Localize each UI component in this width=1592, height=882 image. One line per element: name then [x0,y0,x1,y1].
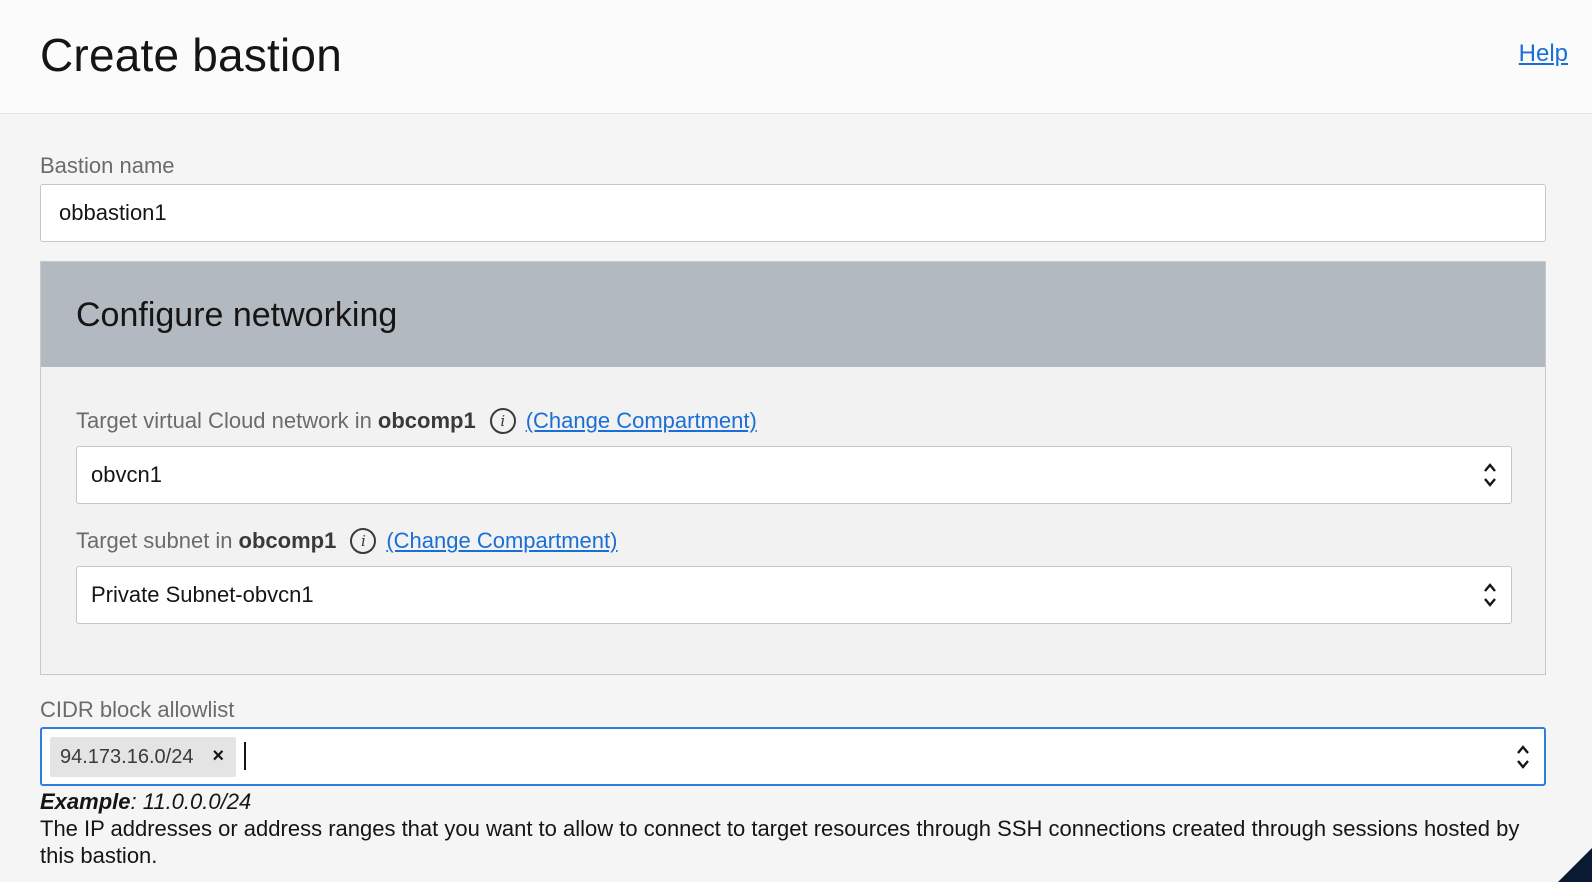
subnet-label: Target subnet in obcomp1 i (Change Compa… [76,528,617,554]
cidr-label: CIDR block allowlist [40,697,235,722]
corner-decoration [1558,848,1592,882]
bastion-name-value: obbastion1 [59,200,167,225]
subnet-select-value: Private Subnet-obvcn1 [91,582,314,607]
info-icon[interactable]: i [350,528,377,554]
chevron-up-down-icon [1484,463,1496,487]
cidr-allowlist-input[interactable]: 94.173.16.0/24 × [40,727,1546,786]
subnet-change-compartment-link[interactable]: (Change Compartment) [386,528,617,554]
bastion-name-input[interactable]: obbastion1 [40,184,1546,242]
chevron-up-down-icon [1484,583,1496,607]
cidr-chip-label: 94.173.16.0/24 [60,745,194,768]
configure-networking-section: Configure networking Target virtual Clou… [40,261,1546,675]
section-header: Configure networking [41,262,1545,367]
chevron-up-down-icon[interactable] [1516,743,1530,771]
vcn-change-compartment-link[interactable]: (Change Compartment) [526,408,757,434]
cidr-example: Example: 11.0.0.0/24 [40,789,251,815]
subnet-compartment-name: obcomp1 [238,528,337,553]
example-label: Example [40,789,131,814]
section-title: Configure networking [76,296,398,334]
page-title: Create bastion [40,29,342,81]
remove-chip-icon[interactable]: × [212,745,224,768]
page-header: Create bastion Help [0,0,1592,114]
subnet-label-prefix: Target subnet in [76,528,233,553]
vcn-compartment-name: obcomp1 [377,408,476,433]
vcn-label: Target virtual Cloud network in obcomp1 … [76,408,757,434]
vcn-select-value: obvcn1 [91,462,162,487]
example-value: : 11.0.0.0/24 [130,789,252,814]
info-icon[interactable]: i [489,408,516,434]
vcn-select[interactable]: obvcn1 [76,446,1512,504]
bastion-name-label: Bastion name [40,153,175,178]
vcn-label-prefix: Target virtual Cloud network in [76,408,372,433]
subnet-select[interactable]: Private Subnet-obvcn1 [76,566,1512,624]
text-caret [244,742,246,770]
cidr-help-text: The IP addresses or address ranges that … [40,816,1520,868]
cidr-chip: 94.173.16.0/24 × [50,737,236,777]
help-link[interactable]: Help [1519,40,1568,68]
